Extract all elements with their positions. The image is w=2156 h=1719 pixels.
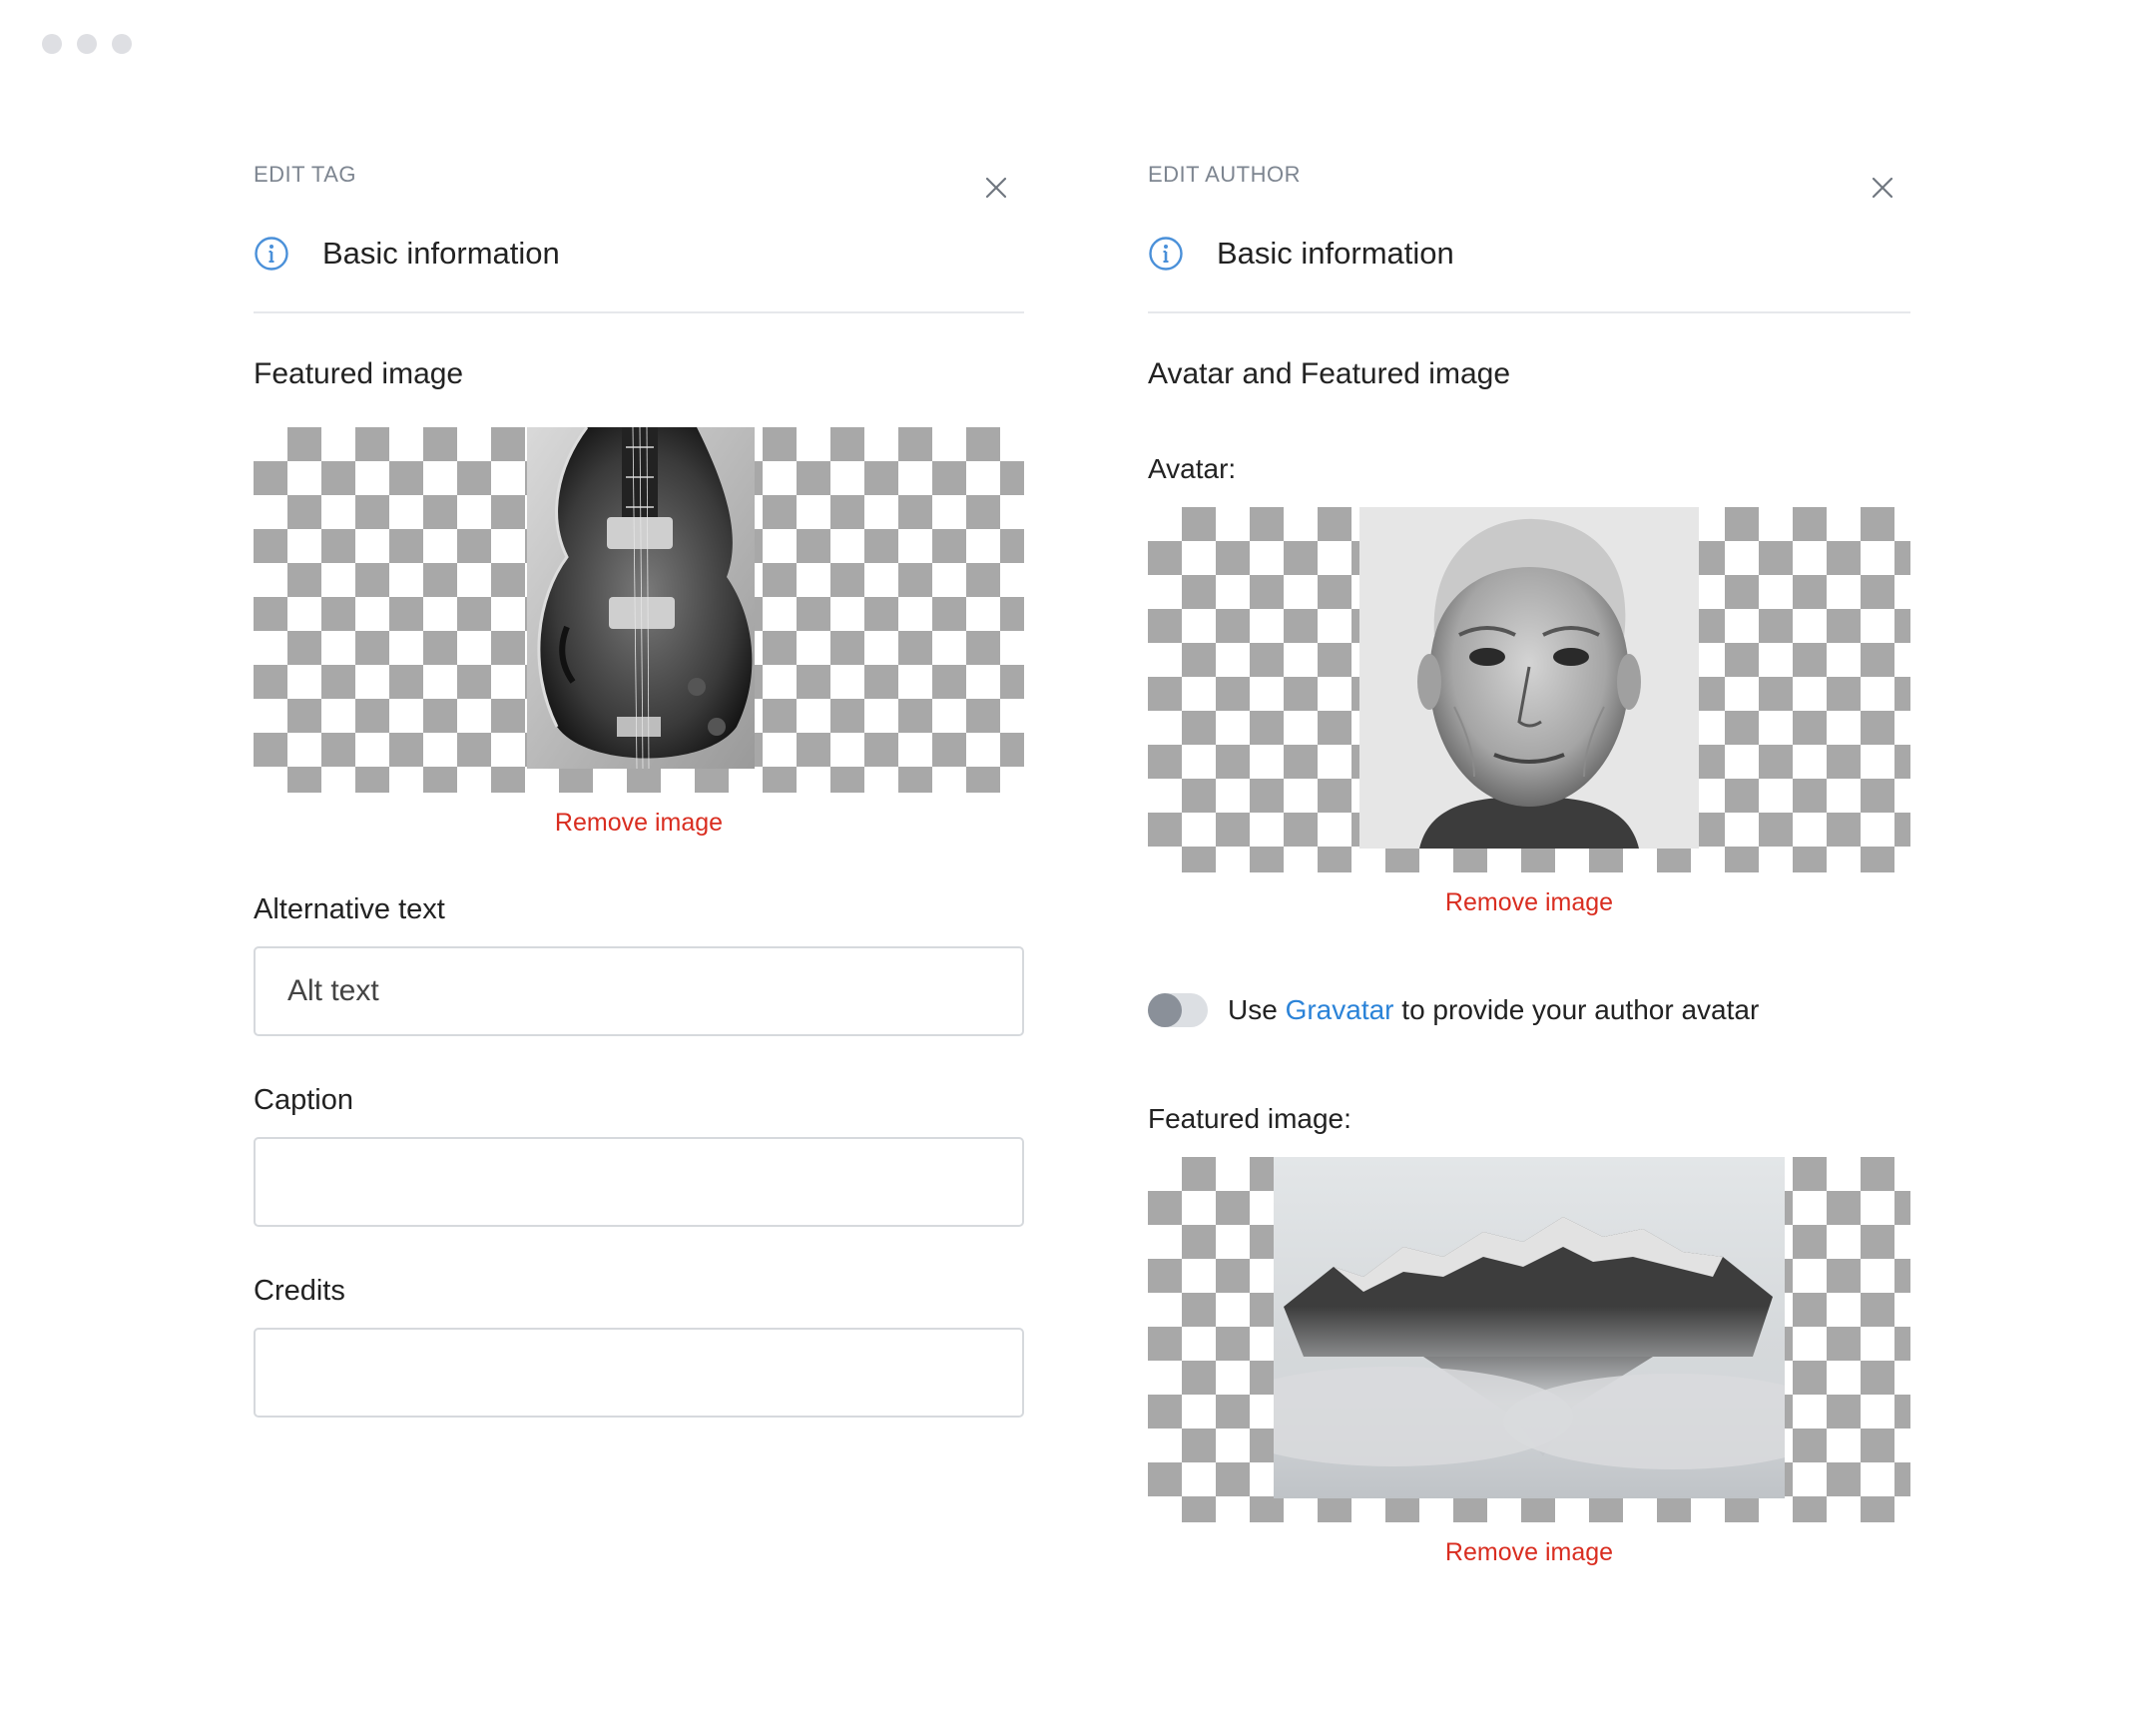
guitar-image xyxy=(527,427,755,769)
edit-author-panel: EDIT AUTHOR Basic information Avatar and… xyxy=(1148,160,1910,1567)
window-dot-close[interactable] xyxy=(42,34,62,54)
featured-image-preview[interactable] xyxy=(254,427,1024,793)
avatar-label: Avatar: xyxy=(1148,453,1237,484)
close-icon xyxy=(985,177,1007,199)
gravatar-prefix: Use xyxy=(1228,994,1286,1025)
gravatar-link[interactable]: Gravatar xyxy=(1286,994,1394,1025)
gravatar-text: Use Gravatar to provide your author avat… xyxy=(1228,994,1759,1026)
alt-text-input[interactable] xyxy=(254,946,1024,1036)
section-label: Basic information xyxy=(322,236,560,271)
credits-label: Credits xyxy=(254,1275,345,1307)
caption-label: Caption xyxy=(254,1084,353,1116)
gravatar-toggle[interactable] xyxy=(1148,993,1208,1027)
credits-input[interactable] xyxy=(254,1328,1024,1418)
gravatar-suffix: to provide your author avatar xyxy=(1393,994,1760,1025)
basic-information-section[interactable]: Basic information xyxy=(254,220,1024,313)
panel-title: EDIT TAG xyxy=(254,162,357,187)
featured-image-label: Featured image: xyxy=(1148,1103,1351,1134)
info-icon xyxy=(1148,236,1184,272)
avatar-featured-heading: Avatar and Featured image xyxy=(1148,357,1511,390)
window-dot-maximize[interactable] xyxy=(112,34,132,54)
remove-featured-image-link[interactable]: Remove image xyxy=(1148,1538,1910,1567)
close-icon xyxy=(1872,177,1893,199)
remove-avatar-link[interactable]: Remove image xyxy=(1148,888,1910,917)
avatar-image xyxy=(1359,507,1699,849)
featured-image-heading: Featured image xyxy=(254,357,464,390)
avatar-preview[interactable] xyxy=(1148,507,1910,872)
basic-information-section[interactable]: Basic information xyxy=(1148,220,1910,313)
window-controls xyxy=(42,34,132,54)
remove-image-link[interactable]: Remove image xyxy=(254,809,1024,838)
section-label: Basic information xyxy=(1217,236,1454,271)
panel-title: EDIT AUTHOR xyxy=(1148,162,1302,187)
info-icon xyxy=(254,236,289,272)
edit-tag-header: EDIT TAG xyxy=(254,160,1024,220)
featured-image-preview[interactable] xyxy=(1148,1157,1910,1522)
caption-input[interactable] xyxy=(254,1137,1024,1227)
gravatar-row: Use Gravatar to provide your author avat… xyxy=(1148,993,1910,1027)
window-dot-minimize[interactable] xyxy=(77,34,97,54)
close-button[interactable] xyxy=(1869,174,1896,202)
mountain-image xyxy=(1274,1157,1785,1498)
close-button[interactable] xyxy=(982,174,1010,202)
edit-tag-panel: EDIT TAG Basic information Featured imag… xyxy=(254,160,1024,1418)
toggle-knob xyxy=(1148,993,1182,1027)
alt-text-label: Alternative text xyxy=(254,893,445,925)
edit-author-header: EDIT AUTHOR xyxy=(1148,160,1910,220)
